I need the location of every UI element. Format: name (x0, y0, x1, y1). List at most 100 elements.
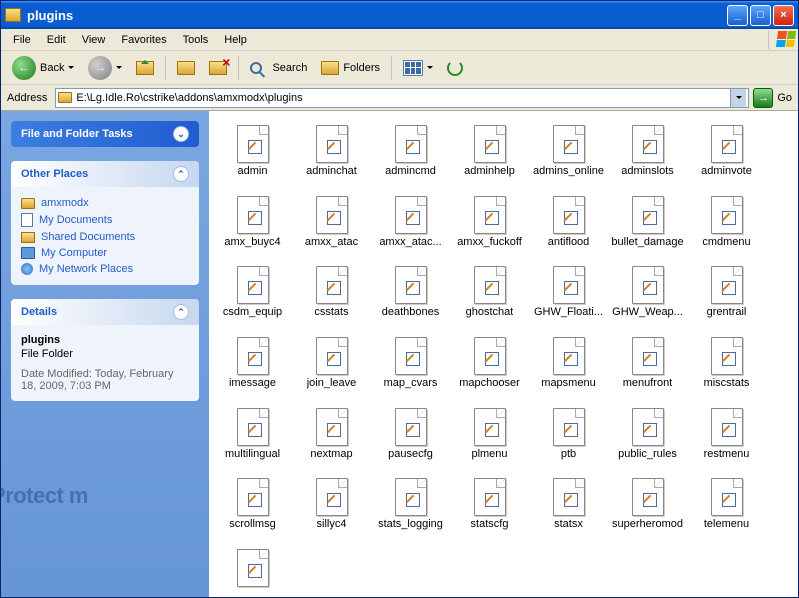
menu-edit[interactable]: Edit (39, 32, 74, 48)
file-icon (237, 478, 269, 516)
folder-sync-button[interactable] (172, 58, 200, 78)
file-item[interactable]: plmenu (452, 408, 527, 461)
file-item[interactable]: amxx_fuckoff (452, 196, 527, 249)
file-icon (316, 196, 348, 234)
file-item[interactable]: public_rules (610, 408, 685, 461)
mycomp-icon (21, 247, 35, 259)
file-item[interactable]: grentrail (689, 266, 764, 319)
close-button[interactable]: × (773, 5, 794, 26)
details-modified: Date Modified: Today, February 18, 2009,… (21, 367, 189, 393)
panel-header[interactable]: Other Places ⌃ (11, 161, 199, 187)
menu-view[interactable]: View (74, 32, 114, 48)
titlebar[interactable]: plugins _ □ × (1, 1, 798, 29)
separator (391, 56, 392, 80)
menu-help[interactable]: Help (216, 32, 255, 48)
file-item[interactable]: admin (215, 125, 290, 178)
chevron-down-icon[interactable] (68, 66, 74, 72)
file-label: multilingual (225, 448, 280, 461)
menu-tools[interactable]: Tools (175, 32, 217, 48)
file-icon (395, 478, 427, 516)
file-item[interactable]: csstats (294, 266, 369, 319)
link-label: My Documents (39, 214, 112, 226)
file-item[interactable]: pausecfg (373, 408, 448, 461)
sidebar-link-my-documents[interactable]: My Documents (21, 211, 189, 229)
menu-file[interactable]: File (5, 32, 39, 48)
file-item[interactable]: amxx_atac... (373, 196, 448, 249)
file-icon (632, 478, 664, 516)
file-item[interactable]: admins_online (531, 125, 606, 178)
file-item[interactable]: stats_logging (373, 478, 448, 531)
file-item[interactable]: multilingual (215, 408, 290, 461)
file-item[interactable]: adminslots (610, 125, 685, 178)
file-icon (237, 125, 269, 163)
file-label: admincmd (385, 165, 436, 178)
file-item[interactable]: adminvote (689, 125, 764, 178)
panel-header[interactable]: File and Folder Tasks ⌄ (11, 121, 199, 147)
file-item[interactable]: mapsmenu (531, 337, 606, 390)
sidebar-link-my-computer[interactable]: My Computer (21, 245, 189, 261)
file-item[interactable]: sillyc4 (294, 478, 369, 531)
file-item[interactable]: antiflood (531, 196, 606, 249)
chevron-collapse-icon[interactable]: ⌃ (173, 166, 189, 182)
file-item[interactable]: statsx (531, 478, 606, 531)
file-label: nextmap (310, 448, 352, 461)
file-item[interactable]: statscfg (452, 478, 527, 531)
link-label: amxmodx (41, 197, 89, 209)
file-pane[interactable]: adminadminchat admincmd adminhelpadmins_on… (209, 111, 798, 597)
file-item[interactable]: telemenu (689, 478, 764, 531)
views-button[interactable] (398, 57, 438, 79)
file-item[interactable]: amx_buyc4 (215, 196, 290, 249)
forward-button[interactable]: → (83, 53, 127, 83)
file-item[interactable]: imessage (215, 337, 290, 390)
folder-icon (58, 92, 72, 103)
file-item[interactable]: menufront (610, 337, 685, 390)
address-dropdown[interactable] (730, 89, 746, 107)
file-item[interactable]: csdm_equip (215, 266, 290, 319)
menubar: File Edit View Favorites Tools Help (1, 29, 798, 51)
file-item[interactable]: restmenu (689, 408, 764, 461)
folder-delete-button[interactable] (204, 58, 232, 78)
file-item[interactable]: ptb (531, 408, 606, 461)
sidebar-link-amxmodx[interactable]: amxmodx (21, 195, 189, 211)
chevron-collapse-icon[interactable]: ⌃ (173, 304, 189, 320)
file-item[interactable]: ghostchat (452, 266, 527, 319)
file-label: amxx_fuckoff (457, 236, 522, 249)
file-item[interactable]: adminhelp (452, 125, 527, 178)
file-item[interactable]: miscstats (689, 337, 764, 390)
folders-button[interactable]: Folders (316, 58, 385, 78)
file-icon (632, 337, 664, 375)
refresh-button[interactable] (442, 57, 468, 79)
file-item[interactable]: bullet_damage (610, 196, 685, 249)
file-icon (237, 549, 269, 587)
panel-header[interactable]: Details ⌃ (11, 299, 199, 325)
file-item[interactable]: cmdmenu (689, 196, 764, 249)
file-item[interactable]: GHW_Weap... (610, 266, 685, 319)
address-input[interactable]: E:\Lg.Idle.Ro\cstrike\addons\amxmodx\plu… (55, 88, 749, 108)
chevron-down-icon[interactable] (427, 66, 433, 72)
menu-favorites[interactable]: Favorites (113, 32, 174, 48)
search-button[interactable]: Search (245, 59, 312, 77)
file-item[interactable]: admincmd (373, 125, 448, 178)
go-button[interactable]: → (753, 88, 773, 108)
up-button[interactable] (131, 58, 159, 78)
file-item[interactable]: superheromod (610, 478, 685, 531)
sidebar-link-my-network-places[interactable]: My Network Places (21, 261, 189, 277)
minimize-button[interactable]: _ (727, 5, 748, 26)
other-places-panel: Other Places ⌃ amxmodx My Documents Shared… (11, 161, 199, 285)
file-item[interactable]: deathbones (373, 266, 448, 319)
file-item[interactable]: adminchat (294, 125, 369, 178)
panel-title: Details (21, 306, 57, 318)
chevron-down-icon[interactable] (116, 66, 122, 72)
file-item[interactable] (215, 549, 290, 589)
maximize-button[interactable]: □ (750, 5, 771, 26)
file-item[interactable]: nextmap (294, 408, 369, 461)
file-item[interactable]: scrollmsg (215, 478, 290, 531)
file-item[interactable]: GHW_Floati... (531, 266, 606, 319)
chevron-collapse-icon[interactable]: ⌄ (173, 126, 189, 142)
file-item[interactable]: mapchooser (452, 337, 527, 390)
sidebar-link-shared-documents[interactable]: Shared Documents (21, 229, 189, 245)
file-item[interactable]: amxx_atac (294, 196, 369, 249)
file-item[interactable]: map_cvars (373, 337, 448, 390)
back-button[interactable]: ← Back (7, 53, 79, 83)
file-item[interactable]: join_leave (294, 337, 369, 390)
